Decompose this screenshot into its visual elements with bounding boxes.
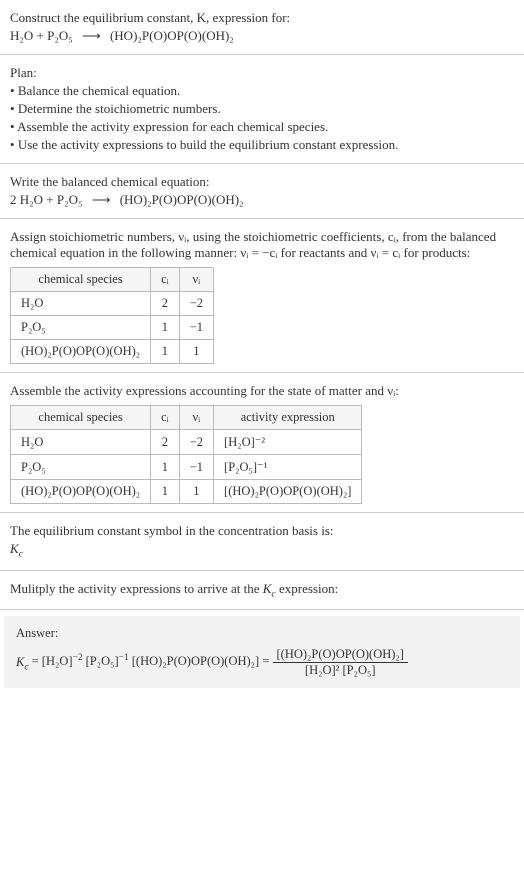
cell-vi: −1 bbox=[179, 455, 213, 480]
arrow-icon: ⟶ bbox=[76, 28, 107, 43]
fraction-denominator: [H₂O]² [P₂O₅] bbox=[273, 663, 408, 678]
problem-statement: Construct the equilibrium constant, K, e… bbox=[0, 0, 524, 55]
col-vi: νᵢ bbox=[179, 406, 213, 430]
col-ci: cᵢ bbox=[151, 268, 180, 292]
stoich-table: chemical species cᵢ νᵢ H₂O 2 −2 P₂O₅ 1 −… bbox=[10, 267, 214, 364]
cell-activity: [(HO)₂P(O)OP(O)(OH)₂] bbox=[214, 480, 362, 504]
col-species: chemical species bbox=[11, 406, 151, 430]
assign-section: Assign stoichiometric numbers, νᵢ, using… bbox=[0, 219, 524, 373]
symbol-section: The equilibrium constant symbol in the c… bbox=[0, 513, 524, 571]
symbol-kc: Kc bbox=[10, 541, 514, 560]
activity-section: Assemble the activity expressions accoun… bbox=[0, 373, 524, 513]
plan-item-3: • Assemble the activity expression for e… bbox=[10, 119, 514, 135]
balanced-equation: 2 H₂O + P₂O₅ ⟶ (HO)₂P(O)OP(O)(OH)₂ bbox=[10, 192, 514, 208]
cell-activity: [H₂O]⁻² bbox=[214, 430, 362, 455]
table-row: H₂O 2 −2 [H₂O]⁻² bbox=[11, 430, 362, 455]
balanced-section: Write the balanced chemical equation: 2 … bbox=[0, 164, 524, 219]
activity-heading: Assemble the activity expressions accoun… bbox=[10, 383, 514, 399]
cell-species: (HO)₂P(O)OP(O)(OH)₂ bbox=[11, 480, 151, 504]
multiply-section: Mulitply the activity expressions to arr… bbox=[0, 571, 524, 611]
cell-vi: 1 bbox=[179, 480, 213, 504]
col-species: chemical species bbox=[11, 268, 151, 292]
balanced-rhs: (HO)₂P(O)OP(O)(OH)₂ bbox=[120, 192, 244, 207]
table-row: P₂O₅ 1 −1 [P₂O₅]⁻¹ bbox=[11, 455, 362, 480]
cell-species: P₂O₅ bbox=[11, 455, 151, 480]
cell-ci: 2 bbox=[151, 430, 180, 455]
table-row: P₂O₅ 1 −1 bbox=[11, 316, 214, 340]
plan-item-text: Determine the stoichiometric numbers. bbox=[18, 101, 221, 116]
plan-item-text: Use the activity expressions to build th… bbox=[18, 137, 399, 152]
cell-species: H₂O bbox=[11, 292, 151, 316]
plan-item-1: • Balance the chemical equation. bbox=[10, 83, 514, 99]
col-ci: cᵢ bbox=[151, 406, 180, 430]
balanced-lhs: 2 H₂O + P₂O₅ bbox=[10, 192, 83, 207]
table-header-row: chemical species cᵢ νᵢ bbox=[11, 268, 214, 292]
arrow-icon: ⟶ bbox=[86, 192, 117, 207]
col-vi: νᵢ bbox=[179, 268, 213, 292]
table-header-row: chemical species cᵢ νᵢ activity expressi… bbox=[11, 406, 362, 430]
cell-activity: [P₂O₅]⁻¹ bbox=[214, 455, 362, 480]
answer-label: Answer: bbox=[16, 626, 508, 641]
answer-fraction: [(HO)₂P(O)OP(O)(OH)₂] [H₂O]² [P₂O₅] bbox=[273, 647, 408, 678]
activity-table: chemical species cᵢ νᵢ activity expressi… bbox=[10, 405, 362, 504]
assign-text: Assign stoichiometric numbers, νᵢ, using… bbox=[10, 229, 514, 261]
cell-vi: −2 bbox=[179, 292, 213, 316]
plan-item-2: • Determine the stoichiometric numbers. bbox=[10, 101, 514, 117]
plan-item-4: • Use the activity expressions to build … bbox=[10, 137, 514, 153]
fraction-numerator: [(HO)₂P(O)OP(O)(OH)₂] bbox=[273, 647, 408, 663]
answer-lhs: Kc = [H₂O]−2 [P₂O₅]−1 [(HO)₂P(O)OP(O)(OH… bbox=[16, 653, 269, 672]
cell-species: (HO)₂P(O)OP(O)(OH)₂ bbox=[11, 340, 151, 364]
answer-expression: Kc = [H₂O]−2 [P₂O₅]−1 [(HO)₂P(O)OP(O)(OH… bbox=[16, 647, 508, 678]
multiply-text: Mulitply the activity expressions to arr… bbox=[10, 581, 514, 600]
unbalanced-equation: H₂O + P₂O₅ ⟶ (HO)₂P(O)OP(O)(OH)₂ bbox=[10, 28, 514, 44]
cell-ci: 1 bbox=[151, 480, 180, 504]
cell-ci: 1 bbox=[151, 340, 180, 364]
table-row: H₂O 2 −2 bbox=[11, 292, 214, 316]
cell-vi: 1 bbox=[179, 340, 213, 364]
eq-lhs: H₂O + P₂O₅ bbox=[10, 28, 73, 43]
plan-item-text: Balance the chemical equation. bbox=[18, 83, 180, 98]
cell-vi: −2 bbox=[179, 430, 213, 455]
plan-heading: Plan: bbox=[10, 65, 514, 81]
intro-text: Construct the equilibrium constant, K, e… bbox=[10, 10, 290, 25]
cell-species: H₂O bbox=[11, 430, 151, 455]
cell-ci: 1 bbox=[151, 455, 180, 480]
table-row: (HO)₂P(O)OP(O)(OH)₂ 1 1 bbox=[11, 340, 214, 364]
col-activity: activity expression bbox=[214, 406, 362, 430]
answer-box: Answer: Kc = [H₂O]−2 [P₂O₅]−1 [(HO)₂P(O)… bbox=[4, 616, 520, 688]
eq-rhs: (HO)₂P(O)OP(O)(OH)₂ bbox=[110, 28, 234, 43]
balanced-heading: Write the balanced chemical equation: bbox=[10, 174, 514, 190]
table-row: (HO)₂P(O)OP(O)(OH)₂ 1 1 [(HO)₂P(O)OP(O)(… bbox=[11, 480, 362, 504]
cell-vi: −1 bbox=[179, 316, 213, 340]
intro-line: Construct the equilibrium constant, K, e… bbox=[10, 10, 514, 26]
cell-ci: 1 bbox=[151, 316, 180, 340]
cell-ci: 2 bbox=[151, 292, 180, 316]
plan-item-text: Assemble the activity expression for eac… bbox=[17, 119, 328, 134]
symbol-text: The equilibrium constant symbol in the c… bbox=[10, 523, 514, 539]
cell-species: P₂O₅ bbox=[11, 316, 151, 340]
plan-section: Plan: • Balance the chemical equation. •… bbox=[0, 55, 524, 164]
